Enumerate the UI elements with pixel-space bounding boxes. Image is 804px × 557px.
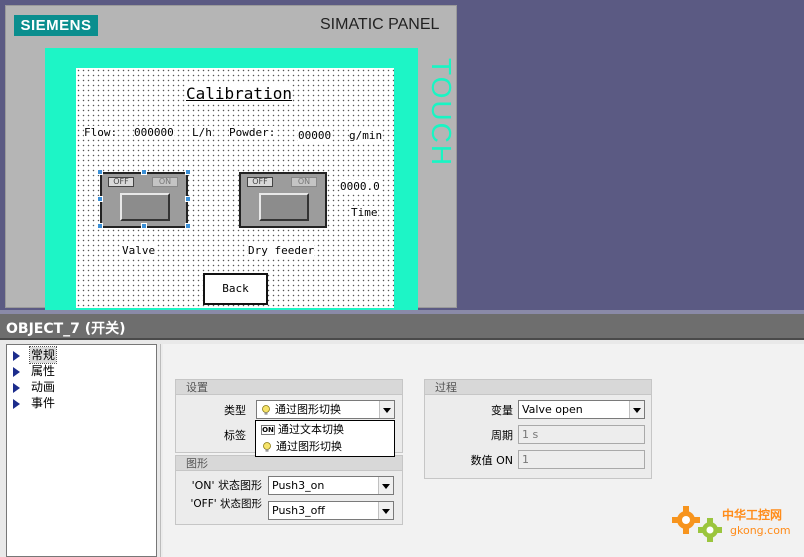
tree-item-general[interactable]: 常规: [13, 346, 58, 364]
valve-caption[interactable]: Valve: [122, 244, 156, 257]
process-group-title: 过程: [425, 380, 651, 395]
bulb-icon: [263, 442, 271, 452]
off-state-graphic-label: 'OFF' 状态图形: [190, 498, 262, 510]
on-value-field[interactable]: 1: [518, 450, 645, 469]
bulb-icon: [262, 405, 270, 415]
settings-group-title: 设置: [176, 380, 402, 395]
variable-value: Valve open: [522, 403, 583, 416]
chevron-down-icon[interactable]: [379, 401, 394, 418]
selection-handle[interactable]: [97, 223, 103, 229]
valve-toggle-knob: [120, 193, 170, 221]
tree-item-properties[interactable]: 属性: [13, 363, 56, 379]
dry-feeder-toggle-button[interactable]: OFF ON: [239, 172, 327, 228]
period-label: 周期: [491, 429, 513, 442]
chevron-down-icon[interactable]: [378, 477, 393, 494]
on-state-graphic-select[interactable]: Push3_on: [268, 476, 394, 495]
gkong-watermark: 中华工控网 gkong.com: [672, 500, 802, 552]
process-group: 过程 变量 Valve open 周期 1 s 数值 ON 1: [424, 379, 652, 479]
tree-item-label: 事件: [31, 396, 56, 410]
type-select[interactable]: 通过图形切换: [256, 400, 395, 419]
tree-item-animation[interactable]: 动画: [13, 379, 56, 395]
variable-label: 变量: [491, 404, 513, 417]
selection-handle[interactable]: [185, 196, 191, 202]
properties-header: OBJECT_7 (开关): [0, 314, 804, 340]
flow-unit[interactable]: L/h: [192, 126, 212, 139]
selection-handle[interactable]: [97, 196, 103, 202]
gear-icon: [672, 506, 722, 542]
chevron-down-icon[interactable]: [378, 502, 393, 519]
watermark-line2: gkong.com: [730, 524, 791, 537]
tree-item-label: 常规: [28, 346, 58, 364]
type-select-value: 通过图形切换: [275, 403, 341, 416]
panel-model-label: SIMATIC PANEL: [320, 16, 440, 33]
off-state-graphic-select[interactable]: Push3_off: [268, 501, 394, 520]
selection-handle[interactable]: [141, 223, 147, 229]
selection-handle[interactable]: [97, 169, 103, 175]
dropdown-option-graphic-switch[interactable]: 通过图形切换: [258, 439, 342, 455]
dropdown-option-label: 通过图形切换: [276, 440, 342, 453]
valve-on-label: ON: [152, 177, 178, 187]
powder-label[interactable]: Powder:: [229, 126, 276, 139]
feeder-off-label: OFF: [247, 177, 273, 187]
graphics-group-title: 图形: [176, 456, 402, 471]
feeder-on-label: ON: [291, 177, 317, 187]
period-field[interactable]: 1 s: [518, 425, 645, 444]
back-button[interactable]: Back: [203, 273, 268, 305]
selection-handle[interactable]: [141, 169, 147, 175]
expand-arrow-icon: [13, 382, 20, 393]
object-title: OBJECT_7 (开关): [6, 321, 126, 337]
type-dropdown-list: ON 通过文本切换 通过图形切换: [255, 420, 395, 457]
graphics-group: 图形 'ON' 状态图形 Push3_on 'OFF' 状态图形 Push3_o…: [175, 455, 403, 525]
dry-feeder-caption[interactable]: Dry feeder: [248, 244, 315, 257]
off-state-graphic-value: Push3_off: [272, 504, 325, 517]
flow-label[interactable]: Flow:: [84, 126, 118, 139]
category-tree: 常规 属性 动画 事件: [6, 344, 157, 557]
dropdown-option-label: 通过文本切换: [278, 423, 344, 436]
powder-unit[interactable]: g/min: [349, 129, 383, 142]
dropdown-option-text-switch[interactable]: ON 通过文本切换: [258, 422, 344, 438]
flow-value-field[interactable]: 000000: [134, 126, 174, 139]
tree-item-events[interactable]: 事件: [13, 395, 56, 411]
on-chip-icon: ON: [261, 425, 275, 435]
tree-item-label: 动画: [31, 380, 56, 394]
on-state-graphic-value: Push3_on: [272, 479, 325, 492]
screen-frame: Calibration Flow: 000000 L/h Powder: 000…: [45, 48, 418, 314]
on-state-graphic-label: 'ON' 状态图形: [191, 479, 262, 492]
screen-title[interactable]: Calibration: [186, 84, 292, 103]
selection-handle[interactable]: [185, 169, 191, 175]
type-label: 类型: [224, 404, 246, 417]
expand-arrow-icon: [13, 366, 20, 377]
time-value-field[interactable]: 0000.0: [340, 180, 380, 193]
editor-workspace: SIEMENS SIMATIC PANEL TOUCH Calibration …: [0, 0, 804, 314]
touch-label: TOUCH: [426, 58, 457, 168]
valve-off-label: OFF: [108, 177, 134, 187]
powder-value-field[interactable]: 00000: [298, 129, 332, 142]
selection-handle[interactable]: [185, 223, 191, 229]
tag-label: 标签: [224, 429, 246, 442]
feeder-toggle-knob: [259, 193, 309, 221]
chevron-down-icon[interactable]: [629, 401, 644, 418]
expand-arrow-icon: [13, 398, 20, 409]
on-value-label: 数值 ON: [470, 454, 513, 467]
expand-arrow-icon: [13, 350, 20, 361]
watermark-line1: 中华工控网: [722, 508, 783, 522]
hmi-screen[interactable]: Calibration Flow: 000000 L/h Powder: 000…: [76, 68, 394, 308]
valve-toggle-button[interactable]: OFF ON: [100, 172, 188, 228]
hmi-panel: SIEMENS SIMATIC PANEL TOUCH Calibration …: [5, 5, 457, 314]
variable-select[interactable]: Valve open: [518, 400, 645, 419]
time-label[interactable]: Time: [351, 206, 378, 219]
siemens-logo: SIEMENS: [14, 15, 98, 36]
tree-item-label: 属性: [31, 364, 56, 378]
